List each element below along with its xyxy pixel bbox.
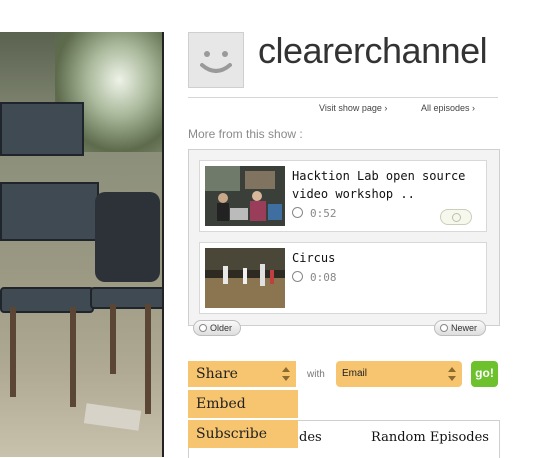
clock-icon — [292, 271, 303, 282]
video-frame-chair — [0, 102, 84, 156]
video-frame-chair-leg — [145, 304, 151, 414]
newer-button[interactable]: Newer — [434, 320, 487, 336]
video-frame-paper — [83, 403, 142, 431]
older-button[interactable]: Older — [193, 320, 242, 336]
channel-name[interactable]: clearerchannel — [258, 30, 488, 72]
video-frame-chair-leg — [110, 304, 116, 374]
video-border — [162, 32, 164, 457]
episode-thumbnail[interactable] — [205, 166, 285, 226]
share-method-select[interactable]: Email — [336, 361, 462, 387]
clock-icon — [292, 207, 303, 218]
episode-duration: 0:52 — [292, 207, 337, 220]
video-frame-chair — [0, 182, 99, 241]
smiley-avatar-icon — [200, 51, 232, 73]
menu-item-label: Subscribe — [196, 426, 268, 442]
more-from-show-title: More from this show : — [188, 127, 303, 141]
circle-icon — [199, 324, 207, 332]
video-frame-cloth — [95, 192, 160, 282]
avatar[interactable] — [188, 32, 244, 88]
header-divider — [188, 97, 498, 98]
episode-title[interactable]: Circus — [292, 249, 477, 267]
episode-duration: 0:08 — [292, 271, 337, 284]
list-item[interactable]: Hacktion Lab open source video workshop … — [199, 160, 487, 232]
select-arrows-icon — [448, 367, 456, 381]
select-arrows-icon — [282, 367, 290, 381]
share-select[interactable]: Share — [188, 361, 296, 387]
video-frame-chair — [90, 287, 162, 309]
menu-item-label: Embed — [196, 396, 246, 412]
tab-episodes[interactable]: des — [299, 430, 322, 445]
share-select-value: Share — [196, 366, 238, 382]
all-episodes-link[interactable]: All episodes › — [421, 103, 475, 113]
tab-random-episodes[interactable]: Random Episodes — [371, 430, 489, 445]
episode-thumbnail[interactable] — [205, 248, 285, 308]
circle-icon — [440, 324, 448, 332]
menu-item-embed[interactable]: Embed — [188, 390, 298, 418]
with-label: with — [307, 369, 325, 380]
share-method-value: Email — [342, 368, 368, 379]
go-button[interactable]: go! — [471, 361, 498, 387]
more-episodes-panel: Hacktion Lab open source video workshop … — [188, 149, 500, 326]
workshop-thumbnail-image — [205, 166, 285, 226]
video-player[interactable] — [0, 32, 162, 457]
list-item[interactable]: Circus 0:08 — [199, 242, 487, 314]
circus-thumbnail-image — [205, 248, 285, 308]
visit-show-page-link[interactable]: Visit show page › — [319, 103, 387, 113]
menu-item-subscribe[interactable]: Subscribe — [188, 420, 298, 448]
episode-title[interactable]: Hacktion Lab open source video workshop … — [292, 167, 477, 203]
video-frame-chair-leg — [70, 307, 76, 407]
video-frame-chair-leg — [10, 307, 16, 397]
eye-icon[interactable] — [440, 209, 472, 225]
